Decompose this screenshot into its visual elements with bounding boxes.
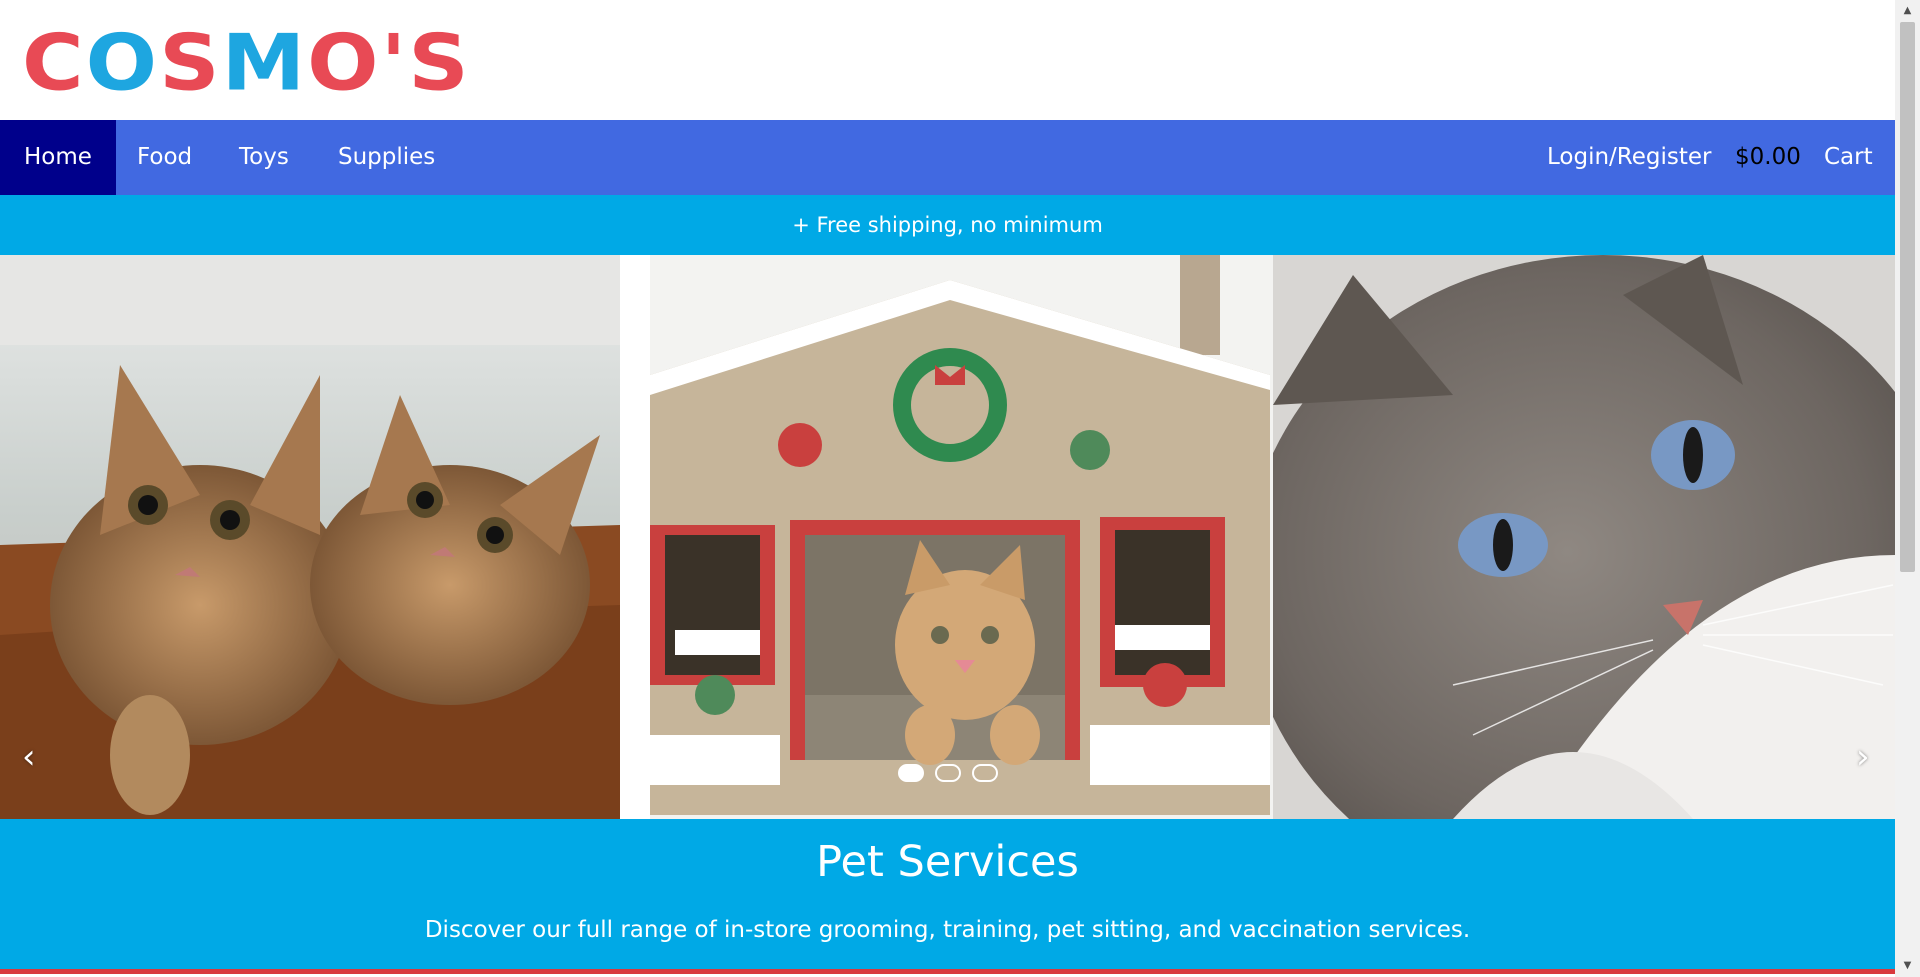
scrollbar-thumb[interactable] <box>1900 22 1915 572</box>
section-divider <box>0 969 1895 974</box>
logo-part-2: 'S <box>380 17 471 108</box>
scroll-down-arrow-icon[interactable]: ▼ <box>1895 955 1920 977</box>
cart-amount: $0.00 <box>1735 144 1801 170</box>
carousel-image-blue-eyed-cat <box>1273 255 1895 819</box>
pet-services-section: Pet Services Discover our full range of … <box>0 819 1895 969</box>
nav-supplies[interactable]: Supplies <box>338 120 435 195</box>
services-description: Discover our full range of in-store groo… <box>424 917 1471 943</box>
nav-toys[interactable]: Toys <box>239 120 289 195</box>
cart-link[interactable]: Cart <box>1824 120 1873 195</box>
carousel-dot-1[interactable] <box>898 764 924 782</box>
carousel-dot-3[interactable] <box>972 764 998 782</box>
main-nav: Home Food Toys Supplies Login/Register $… <box>0 120 1895 195</box>
promo-banner: + Free shipping, no minimum <box>0 195 1895 255</box>
services-title: Pet Services <box>816 837 1079 887</box>
carousel-dot-2[interactable] <box>935 764 961 782</box>
carousel-image-cat-house <box>620 255 1273 819</box>
carousel-next-arrow[interactable]: › <box>1856 740 1870 774</box>
site-header: COSMO'S <box>0 0 1895 120</box>
nav-food[interactable]: Food <box>137 120 192 195</box>
login-register-link[interactable]: Login/Register <box>1547 120 1712 195</box>
hero-carousel <box>0 255 1895 819</box>
cosmos-logo[interactable]: COSMO'S <box>22 24 471 101</box>
page-scrollbar[interactable]: ▲ ▼ <box>1895 0 1920 977</box>
nav-home[interactable]: Home <box>0 120 116 195</box>
logo-part-1: COSMO <box>22 17 381 108</box>
carousel-prev-arrow[interactable]: ‹ <box>22 740 36 774</box>
scroll-up-arrow-icon[interactable]: ▲ <box>1895 0 1920 22</box>
carousel-image-kittens <box>0 255 620 819</box>
